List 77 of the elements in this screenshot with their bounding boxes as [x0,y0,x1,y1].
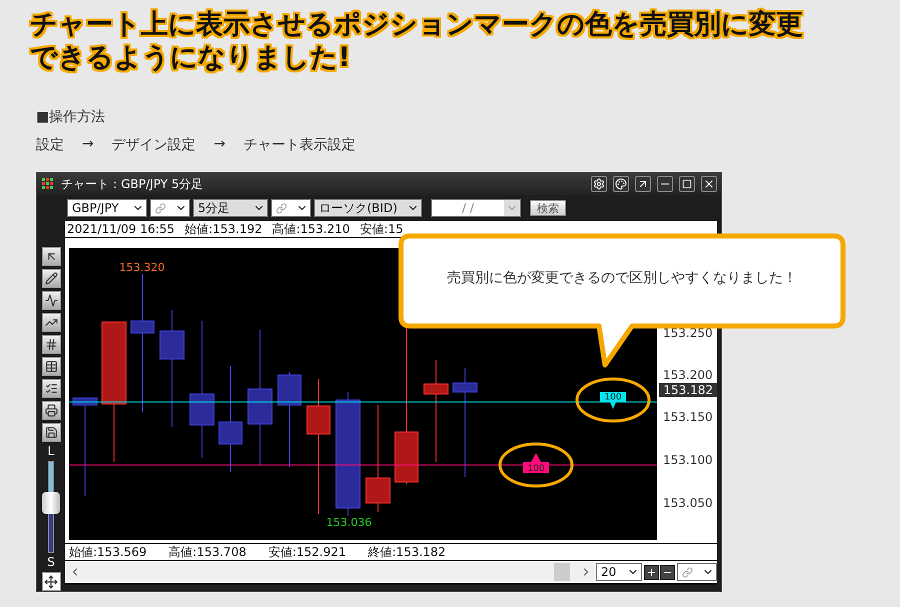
period-select[interactable]: 20 [596,563,642,581]
link-icon [155,202,166,214]
line-chart-icon [44,294,58,307]
scroll-thumb[interactable] [554,563,570,581]
slider-label: L [48,445,54,458]
link-icon [682,566,693,578]
tool-button[interactable] [42,291,60,310]
current-price-tag: 153.182 [659,383,717,397]
axis-tick-label: 153.100 [663,453,713,467]
price-info: 安値:15 [360,220,404,238]
breadcrumb-text: チャート表示設定 [243,136,356,154]
popout-button[interactable] [635,176,651,192]
save-icon [44,426,58,439]
horizontal-scrollbar[interactable] [65,562,596,582]
link-select[interactable] [677,563,717,581]
chart-type-select[interactable]: ローソク(BID) [314,199,422,217]
minimize-button[interactable] [657,176,673,192]
table-icon [44,360,58,373]
number-icon [44,338,58,351]
arrow-text: → [214,136,226,154]
maximize-icon [682,179,692,189]
price-info: 安値:152.921 [268,544,346,560]
link-icon [276,202,287,214]
tool-button[interactable] [42,423,60,442]
tool-button[interactable] [42,401,60,420]
price-info: 高値:153.708 [168,544,246,560]
settings-icon [593,178,605,190]
callout-text: 売買別に色が変更できるので区別しやすくなりました！ [446,269,798,287]
axis-tick-label: 153.250 [663,326,713,340]
price-info: 始値:153.192 [184,220,262,238]
move-button[interactable] [42,572,60,591]
tool-button[interactable] [42,357,60,376]
price-info: 始値:153.569 [69,544,147,560]
plus-icon [646,566,657,578]
axis-tick-label: 153.200 [663,368,713,382]
tool-button[interactable] [42,247,60,266]
tool-button[interactable] [42,335,60,354]
axis-tick-label: 153.050 [663,496,713,510]
slider-label: S [47,556,55,569]
link-select[interactable] [150,199,190,217]
position-quantity: 100 [527,464,545,474]
position-quantity: 100 [604,392,622,402]
axis-tick-label: 153.150 [663,410,713,424]
arrow-icon [637,178,649,190]
low-price-label: 153.036 [326,516,372,529]
tool-button[interactable] [42,269,60,288]
settings-button[interactable] [591,176,607,192]
arrow-text: → [82,136,94,154]
checklist-icon [44,382,58,395]
print-icon [44,404,58,417]
zoom-out-button[interactable] [660,564,675,580]
headline: チャート上に表示させるポジションマークの色を売買別に変更できるようになりました! [30,8,804,74]
zoom-slider[interactable] [42,461,60,553]
pencil-icon [44,272,58,285]
close-button[interactable] [701,176,717,192]
maximize-button[interactable] [679,176,695,192]
breadcrumb-text: デザイン設定 [112,136,196,154]
window-title: チャート：GBP/JPY 5分足 [61,176,204,192]
timeframe-select[interactable]: 5分足 [193,199,268,217]
slider-thumb[interactable] [42,492,60,514]
link-select[interactable] [271,199,311,217]
close-icon [703,178,715,190]
palette-icon [615,178,627,190]
app-icon [41,177,55,191]
search-button[interactable]: 検索 [530,200,566,216]
price-info: 高値:153.210 [272,220,350,238]
tool-button[interactable] [42,379,60,398]
price-info: 2021/11/09 16:55 [67,222,175,236]
high-price-label: 153.320 [119,261,165,274]
price-info: 終値:153.182 [368,544,446,560]
tool-button[interactable] [42,313,60,332]
section-label: ■操作方法 [36,108,106,126]
zoom-in-button[interactable] [644,564,659,580]
symbol-select[interactable]: GBP/JPY [67,199,147,217]
move-icon [44,574,58,588]
breadcrumb-text: 設定 [36,136,64,154]
palette-button[interactable] [613,176,629,192]
